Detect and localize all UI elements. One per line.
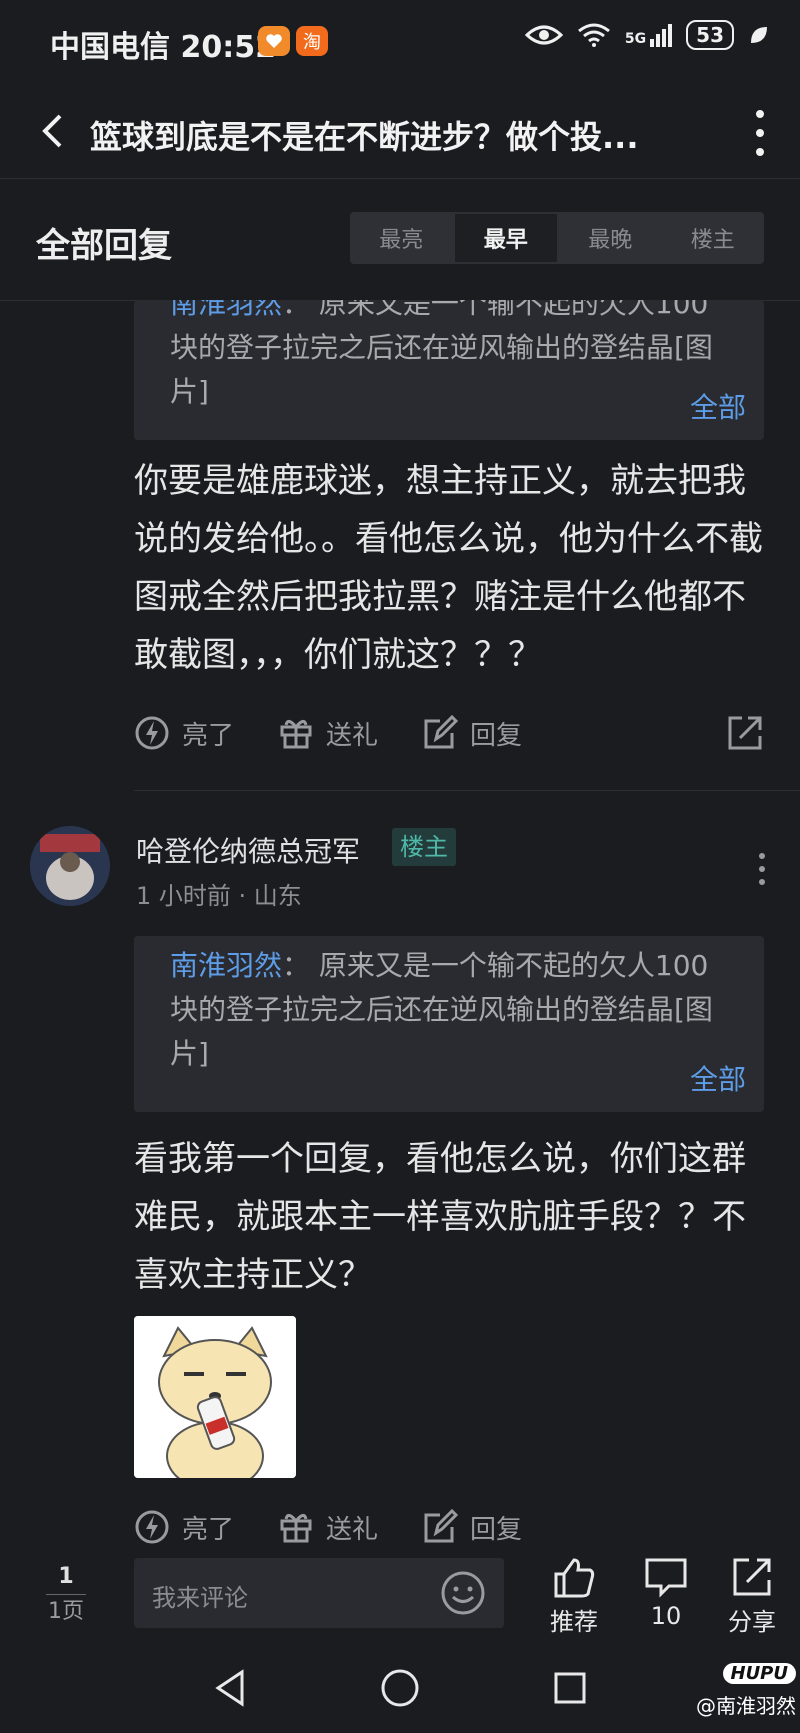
light-label: 亮了: [182, 720, 235, 751]
bottom-bar: 1 1页 我来评论 推荐 10 分享: [0, 1546, 800, 1646]
back-arrow-icon[interactable]: [30, 106, 80, 156]
battery-indicator: 53: [686, 20, 734, 50]
quote-separator: ：: [282, 949, 319, 982]
quoted-reply[interactable]: 南淮羽然： 原来又是一个输不起的欠人100块的登子拉完之后还在逆风输出的登结晶[…: [134, 300, 764, 440]
tab-earliest[interactable]: 最早: [454, 214, 557, 262]
wifi-icon: [577, 23, 610, 47]
light-button[interactable]: 亮了: [134, 715, 234, 752]
reply-label: 回复: [470, 1514, 523, 1545]
gift-label: 送礼: [326, 720, 379, 751]
signal-icon: 5G: [624, 23, 673, 47]
sort-tabs: 最亮 最早 最晚 楼主: [350, 212, 764, 264]
section-title: 全部回复: [36, 226, 172, 266]
hupu-logo: HUPU: [722, 1663, 796, 1684]
share-button[interactable]: 分享: [712, 1556, 792, 1637]
light-button[interactable]: 亮了: [134, 1509, 234, 1546]
quote-author[interactable]: 南淮羽然: [170, 300, 282, 320]
status-icons: 5G 53: [524, 20, 770, 50]
tab-brightest[interactable]: 最亮: [350, 212, 453, 264]
carrier-time: 中国电信 20:52: [50, 30, 276, 65]
nav-recents-icon[interactable]: [552, 1670, 588, 1706]
op-badge: 楼主: [392, 828, 456, 866]
nav-back-icon[interactable]: [210, 1668, 250, 1708]
page-divider: [46, 1594, 86, 1595]
emoji-icon[interactable]: [440, 1570, 486, 1616]
gift-button[interactable]: 送礼: [278, 715, 378, 752]
network-type: 5G: [624, 30, 647, 47]
heart-shield-icon: [258, 26, 290, 56]
watermark-handle: @南淮羽然: [696, 1694, 796, 1718]
header: 篮球到底是不是在不断进步？做个投...: [0, 90, 800, 179]
lightning-icon: [135, 716, 169, 750]
recommend-button[interactable]: 推荐: [534, 1556, 614, 1637]
comments-button[interactable]: 10: [626, 1556, 706, 1630]
avatar[interactable]: [30, 826, 110, 906]
page-title: 篮球到底是不是在不断进步？做个投...: [90, 118, 639, 156]
recommend-label: 推荐: [550, 1608, 598, 1636]
light-label: 亮了: [182, 1514, 235, 1545]
taobao-icon: 淘: [296, 26, 328, 56]
lightning-icon: [135, 1510, 169, 1544]
share-icon[interactable]: [726, 714, 764, 752]
share-label: 分享: [728, 1608, 776, 1636]
comment-bubble-icon: [645, 1558, 687, 1598]
quote-author[interactable]: 南淮羽然: [170, 949, 282, 982]
quote-separator: ：: [282, 300, 319, 320]
nav-home-icon[interactable]: [380, 1668, 420, 1708]
reply-button[interactable]: 回复: [422, 1509, 522, 1546]
sort-bar: 全部回复 最亮 最早 最晚 楼主: [0, 180, 800, 301]
gift-icon: [280, 720, 312, 749]
quote-expand-link[interactable]: 全部: [690, 386, 746, 430]
comment-input[interactable]: 我来评论: [134, 1558, 504, 1628]
system-nav-bar: [0, 1646, 800, 1733]
reply-text: 看我第一个回复，看他怎么说，你们这群难民，就跟本主一样喜欢肮脏手段？？不喜欢主持…: [134, 1139, 746, 1295]
watermark: HUPU @南淮羽然: [696, 1660, 796, 1719]
comment-placeholder: 我来评论: [152, 1584, 248, 1612]
username[interactable]: 哈登伦纳德总冠军: [136, 830, 360, 870]
page-unit: 1页: [47, 1599, 84, 1624]
reply-actions: 亮了 送礼 回复: [134, 708, 764, 758]
post-meta: 1 小时前 · 山东: [136, 882, 302, 910]
gift-button[interactable]: 送礼: [278, 1509, 378, 1546]
tab-op-only[interactable]: 楼主: [662, 212, 765, 264]
gift-label: 送礼: [326, 1514, 379, 1545]
quoted-reply[interactable]: 南淮羽然： 原来又是一个输不起的欠人100块的登子拉完之后还在逆风输出的登结晶[…: [134, 936, 764, 1112]
dog-sticker-icon: [134, 1316, 296, 1478]
sticker-image[interactable]: [134, 1316, 296, 1478]
edit-icon: [424, 1509, 459, 1543]
share-icon: [733, 1558, 771, 1596]
divider: [134, 790, 800, 791]
eye-icon: [524, 25, 563, 45]
edit-icon: [424, 715, 459, 749]
page-number: 1: [58, 1564, 74, 1589]
reply-text: 你要是雄鹿球迷，想主持正义，就去把我说的发给他。。看他怎么说，他为什么不截图戒全…: [134, 461, 763, 675]
page-indicator[interactable]: 1 1页: [40, 1562, 92, 1627]
leaf-icon: [751, 27, 767, 43]
gift-icon: [280, 1514, 312, 1543]
tab-latest[interactable]: 最晚: [559, 212, 662, 264]
reply-button[interactable]: 回复: [422, 715, 522, 752]
comment-count: 10: [650, 1602, 682, 1630]
reply-actions: 亮了 送礼 回复: [134, 1502, 764, 1552]
thumbs-up-icon: [554, 1558, 595, 1598]
more-vertical-icon[interactable]: [756, 852, 768, 886]
avatar-image: [30, 826, 110, 906]
quote-expand-link[interactable]: 全部: [690, 1058, 746, 1102]
status-bar: 中国电信 20:52 淘 5G 53: [0, 0, 800, 90]
more-vertical-icon[interactable]: [750, 106, 770, 160]
reply-label: 回复: [470, 720, 523, 751]
